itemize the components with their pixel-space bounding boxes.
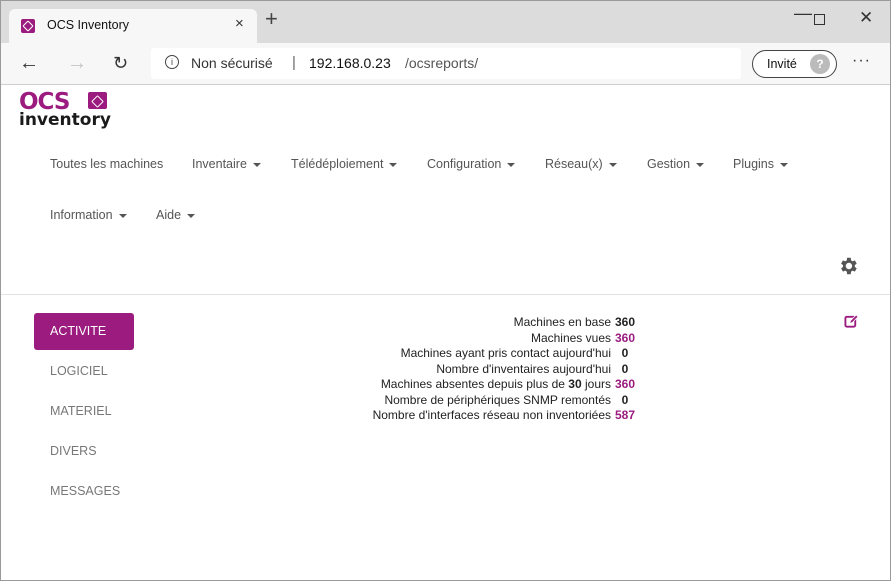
stat-value-link[interactable]: 360 [615,377,635,391]
nav-inventaire[interactable]: Inventaire [192,157,261,171]
stat-value-link[interactable]: 587 [615,408,635,422]
stat-label: Machines en base [513,315,611,329]
url-input[interactable]: i Non sécurisé | 192.168.0.23 /ocsreport… [151,48,741,79]
info-icon[interactable]: i [165,55,179,69]
stat-value: 0 [621,392,629,407]
sidebar-item-logiciel[interactable]: LOGICIEL [34,353,134,390]
ocs-logo[interactable]: OCS inventory [19,91,119,133]
sidebar-item-activite[interactable]: ACTIVITE [34,313,134,350]
stat-value: 360 [615,315,636,329]
url-host: 192.168.0.23 [309,55,391,71]
stat-value: 0 [621,361,629,376]
nav-information[interactable]: Information [50,208,127,222]
stat-label: Machines ayant pris contact aujourd'hui [400,346,611,360]
reload-button[interactable]: ↻ [113,53,128,74]
nav-gestion[interactable]: Gestion [647,157,704,171]
nav-plugins[interactable]: Plugins [733,157,788,171]
avatar-icon: ? [810,54,830,74]
stat-label: Machines vues [530,330,611,345]
stat-value: 0 [621,346,629,360]
tab-bar: OCS Inventory × + — ✕ [1,1,890,43]
tab-close-icon[interactable]: × [235,15,244,32]
stats-row: Machines vues 360 [301,331,701,345]
stat-label: Nombre d'inventaires aujourd'hui [436,361,611,376]
security-label[interactable]: Non sécurisé [191,55,273,71]
nav-aide[interactable]: Aide [156,208,195,222]
profile-button[interactable]: Invité ? [752,50,837,78]
stat-label: Nombre de périphériques SNMP remontés [384,392,611,407]
stats-row: Machines en base 360 [301,315,701,329]
logo-inventory-text: inventory [19,110,111,130]
close-window-button[interactable]: ✕ [859,8,873,28]
stat-label: Machines absentes depuis plus de 30 jour… [380,377,611,391]
gear-icon[interactable] [837,255,859,277]
browser-window: OCS Inventory × + — ✕ ← → ↻ i Non sécuri… [0,0,891,581]
nav-teledeploiement[interactable]: Télédéploiement [291,157,397,171]
browser-tab[interactable]: OCS Inventory × [9,9,257,43]
stat-value-link[interactable]: 360 [615,331,635,345]
address-bar: ← → ↻ i Non sécurisé | 192.168.0.23 /ocs… [1,43,890,85]
ocs-favicon-icon [21,19,35,33]
more-menu-icon[interactable]: ··· [852,52,871,70]
nav-all-machines[interactable]: Toutes les machines [50,157,163,171]
logo-badge-icon [88,92,107,109]
edit-icon[interactable] [844,314,859,329]
sidebar-item-divers[interactable]: DIVERS [34,433,134,470]
url-path: /ocsreports/ [405,55,479,71]
sidebar-item-materiel[interactable]: MATERIEL [34,393,134,430]
back-button[interactable]: ← [19,52,39,75]
stats-row: Machines ayant pris contact aujourd'hui … [301,346,701,360]
stats-row: Nombre de périphériques SNMP remontés 0 [301,393,701,407]
stats-row: Nombre d'interfaces réseau non inventori… [301,408,701,422]
header-divider [1,294,890,295]
nav-reseau[interactable]: Réseau(x) [545,157,617,171]
stats-row: Machines absentes depuis plus de 30 jour… [301,377,701,391]
stats-row: Nombre d'inventaires aujourd'hui 0 [301,362,701,376]
profile-label: Invité [767,57,797,71]
stat-label: Nombre d'interfaces réseau non inventori… [372,408,611,422]
tab-title: OCS Inventory [47,18,129,32]
minimize-button[interactable]: — [794,3,812,24]
forward-button[interactable]: → [67,52,87,75]
maximize-button[interactable] [814,14,825,25]
url-separator: | [292,54,296,71]
sidebar-item-messages[interactable]: MESSAGES [34,473,134,510]
new-tab-button[interactable]: + [265,6,278,32]
nav-configuration[interactable]: Configuration [427,157,515,171]
